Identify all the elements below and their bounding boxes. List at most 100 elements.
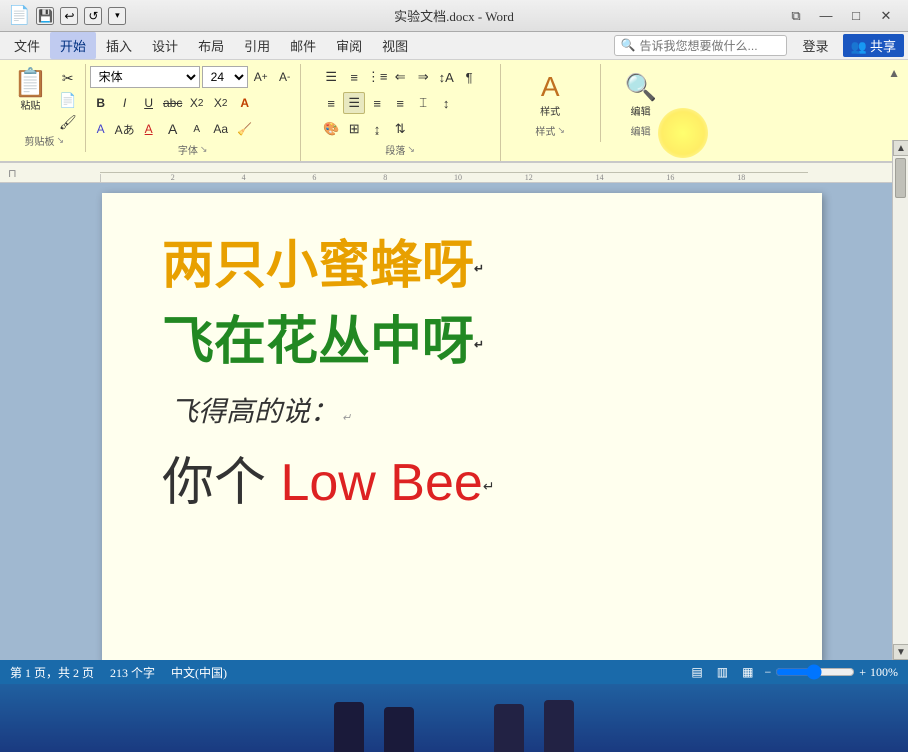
increase-font-button[interactable]: A+	[250, 66, 272, 88]
menu-item-design[interactable]: 设计	[142, 32, 188, 59]
cut-button[interactable]: ✂	[55, 68, 81, 89]
zoom-plus-button[interactable]: +	[859, 665, 866, 680]
ribbon-group-font: 宋体 24 A+ A- B I U abc X2 X2	[86, 64, 301, 161]
login-button[interactable]: 登录	[797, 34, 835, 57]
big-font-button[interactable]: A	[162, 118, 184, 140]
strikethrough-button[interactable]: abc	[162, 92, 184, 114]
ribbon-group-clipboard: 📋 粘贴 ✂ 📄 🖌	[4, 64, 86, 152]
font-name-selector[interactable]: 宋体	[90, 66, 200, 88]
document-line2: 飞在花丛中呀↵	[162, 309, 762, 377]
font-label: 字体	[178, 142, 198, 157]
ribbon-group-styles: A 样式 样式 ↘	[501, 64, 601, 142]
status-left: 第 1 页，共 2 页 213 个字 中文(中国)	[10, 664, 227, 681]
shading-button[interactable]: 🎨	[320, 118, 342, 140]
menu-item-file[interactable]: 文件	[4, 32, 50, 59]
ribbon-group-edit: 🔍 编辑 编辑	[601, 64, 681, 142]
align-right-button[interactable]: ≡	[366, 92, 388, 114]
view-web-button[interactable]: ▥	[714, 665, 731, 680]
edit-group-label: 编辑	[631, 123, 651, 138]
numbering-button[interactable]: ≡	[343, 66, 365, 88]
clipboard-expand-icon[interactable]: ↘	[57, 135, 65, 146]
clear-format-button[interactable]: 🧹	[234, 118, 256, 140]
line-spacing-button[interactable]: ↕	[435, 92, 457, 114]
document-page[interactable]: 两只小蜜蜂呀↵ 飞在花丛中呀↵ 飞得高的说：↵ 你个 Low Bee↵	[102, 193, 822, 663]
ruler: ⊓ | 2 4 6 8 10 12 14 16 18	[0, 163, 908, 183]
change-case-button[interactable]: Aa	[210, 118, 232, 140]
status-right: ▤ ▥ ▦ − + 100%	[688, 664, 898, 680]
char-spacing-button[interactable]: Aあ	[114, 118, 136, 140]
copy-icon: 📄	[59, 92, 76, 109]
minimize-button[interactable]: —	[812, 5, 840, 27]
format-painter-icon: 🖌	[59, 114, 77, 131]
styles-button[interactable]: A 样式	[533, 66, 567, 123]
ribbon-collapse-button[interactable]: ▲	[888, 66, 900, 80]
ribbon: 📋 粘贴 ✂ 📄 🖌	[0, 60, 908, 163]
scroll-track[interactable]	[893, 183, 908, 644]
save-button[interactable]: 💾	[36, 7, 54, 25]
menu-item-home[interactable]: 开始	[50, 32, 96, 59]
copy-button[interactable]: 📄	[55, 90, 81, 111]
scroll-down-button[interactable]: ▼	[893, 644, 908, 660]
search-input[interactable]	[640, 39, 780, 53]
font-color-button[interactable]: A	[138, 118, 160, 140]
decrease-indent-button[interactable]: ⇐	[389, 66, 411, 88]
qa-dropdown-button[interactable]: ▾	[108, 7, 126, 25]
close-button[interactable]: ✕	[872, 5, 900, 27]
menu-item-mailings[interactable]: 邮件	[280, 32, 326, 59]
edit-button[interactable]: 🔍 编辑	[617, 67, 663, 123]
quick-access-toolbar: 📄 💾 ↩ ↺ ▾	[8, 5, 126, 26]
show-marks-button[interactable]: ¶	[458, 66, 480, 88]
menu-item-view[interactable]: 视图	[372, 32, 418, 59]
align-left-button[interactable]: ≡	[320, 92, 342, 114]
title-bar: 📄 💾 ↩ ↺ ▾ 实验文档.docx - Word ⧉ — □ ✕	[0, 0, 908, 32]
menu-item-review[interactable]: 审阅	[326, 32, 372, 59]
edit-label: 编辑	[631, 103, 651, 118]
vertical-ruler	[86, 193, 102, 663]
char-direction-button[interactable]: ↨	[366, 118, 388, 140]
bullets-button[interactable]: ☰	[320, 66, 342, 88]
small-font-button[interactable]: A	[186, 118, 208, 140]
share-button[interactable]: 👥 共享	[843, 34, 904, 57]
window-title: 实验文档.docx - Word	[394, 6, 514, 25]
font-size-selector[interactable]: 24	[202, 66, 248, 88]
menu-item-references[interactable]: 引用	[234, 32, 280, 59]
paragraph-expand-icon[interactable]: ↘	[407, 144, 415, 155]
text-highlight-button[interactable]: A	[90, 118, 112, 140]
menu-item-layout[interactable]: 布局	[188, 32, 234, 59]
paste-button[interactable]: 📋 粘贴	[8, 66, 53, 126]
undo-button[interactable]: ↩	[60, 7, 78, 25]
para-spacing-button[interactable]: ⇅	[389, 118, 411, 140]
format-painter-button[interactable]: 🖌	[55, 112, 81, 133]
styles-expand-icon[interactable]: ↘	[557, 125, 565, 136]
decrease-font-button[interactable]: A-	[274, 66, 296, 88]
restore-button[interactable]: ⧉	[782, 5, 810, 27]
ruler-toggle[interactable]: ⊓	[8, 167, 17, 180]
col-button[interactable]: ⌶	[412, 92, 434, 114]
bold-button[interactable]: B	[90, 92, 112, 114]
maximize-button[interactable]: □	[842, 5, 870, 27]
underline-button[interactable]: U	[138, 92, 160, 114]
view-normal-button[interactable]: ▤	[688, 665, 705, 680]
redo-button[interactable]: ↺	[84, 7, 102, 25]
font-expand-icon[interactable]: ↘	[200, 144, 208, 155]
vertical-scrollbar[interactable]: ▲ ▼	[892, 183, 908, 660]
search-box[interactable]: 🔍	[614, 35, 787, 56]
zoom-level: 100%	[870, 665, 898, 680]
italic-button[interactable]: I	[114, 92, 136, 114]
increase-indent-button[interactable]: ⇒	[412, 66, 434, 88]
scroll-thumb[interactable]	[895, 183, 906, 198]
bottom-image-area	[0, 684, 908, 752]
border-button[interactable]: ⊞	[343, 118, 365, 140]
superscript-button[interactable]: X2	[210, 92, 232, 114]
justify-button[interactable]: ≡	[389, 92, 411, 114]
zoom-minus-button[interactable]: −	[764, 665, 771, 680]
align-center-button[interactable]: ☰	[343, 92, 365, 114]
text-effect-button[interactable]: A	[234, 92, 256, 114]
sort-button[interactable]: ↕A	[435, 66, 457, 88]
menu-item-insert[interactable]: 插入	[96, 32, 142, 59]
subscript-button[interactable]: X2	[186, 92, 208, 114]
multi-level-list-button[interactable]: ⋮≡	[366, 66, 388, 88]
view-read-button[interactable]: ▦	[739, 665, 756, 680]
zoom-slider[interactable]	[775, 664, 855, 680]
cut-icon: ✂	[62, 70, 74, 87]
